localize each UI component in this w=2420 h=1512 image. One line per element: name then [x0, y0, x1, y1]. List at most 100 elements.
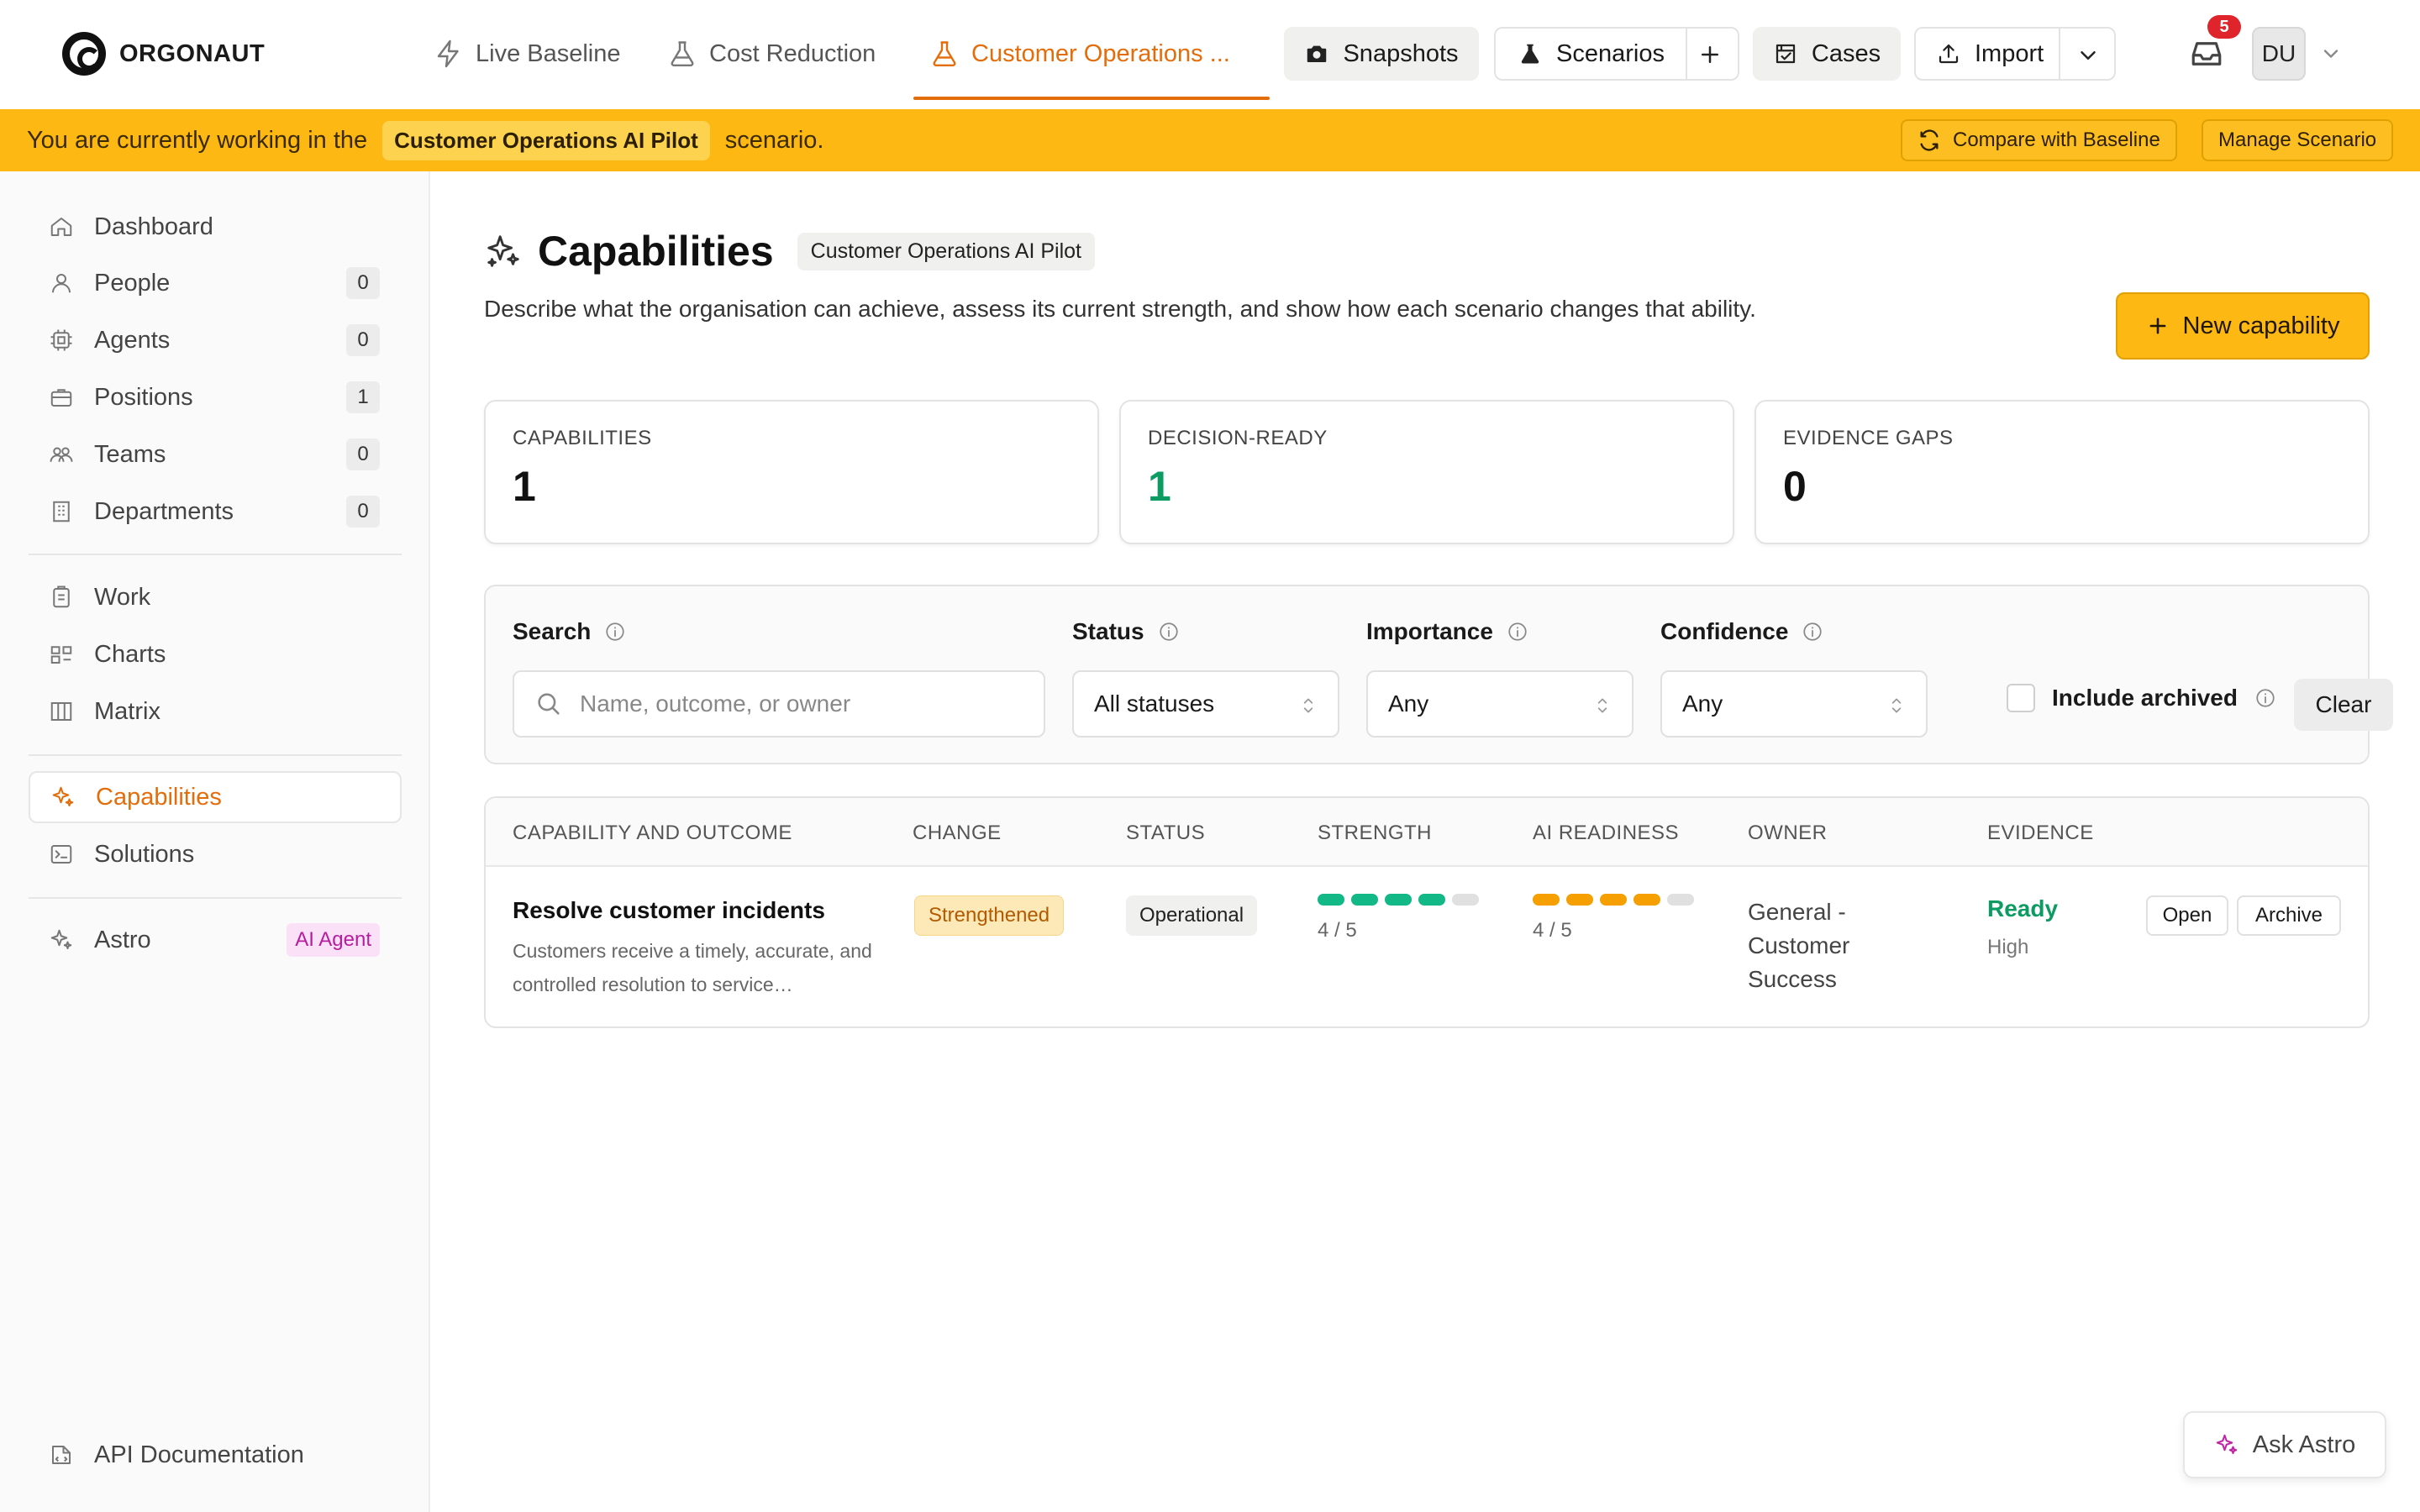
notification-count-badge: 5: [2207, 15, 2241, 39]
stat-card-evidence-gaps: EVIDENCE GAPS 0: [1754, 400, 2370, 544]
flask-icon: [671, 41, 694, 66]
sidebar-item-astro[interactable]: Astro AI Agent: [29, 914, 402, 966]
sidebar-item-matrix[interactable]: Matrix: [29, 685, 402, 738]
confidence-select[interactable]: Any: [1660, 670, 1928, 738]
sidebar-item-label: Dashboard: [94, 213, 213, 240]
sidebar-item-positions[interactable]: Positions 1: [29, 371, 402, 423]
sidebar-item-label: Work: [94, 583, 151, 611]
sidebar-item-label: Astro: [94, 926, 151, 953]
sidebar-item-charts[interactable]: Charts: [29, 628, 402, 680]
top-bar: ORGONAUT Live Baseline Cost Reduction Cu…: [0, 0, 2420, 109]
snapshots-label: Snapshots: [1343, 39, 1459, 67]
capability-outcome: Customers receive a timely, accurate, an…: [513, 940, 872, 995]
sidebar-item-label: Agents: [94, 326, 171, 354]
sidebar-item-solutions[interactable]: Solutions: [29, 828, 402, 880]
manage-label: Manage Scenario: [2218, 129, 2377, 151]
main-content: Capabilities Customer Operations AI Pilo…: [430, 171, 2420, 1512]
sidebar-item-dashboard[interactable]: Dashboard: [29, 201, 402, 253]
chevron-down-icon[interactable]: [2075, 43, 2101, 68]
open-button[interactable]: Open: [2146, 895, 2228, 936]
importance-value: Any: [1388, 690, 1429, 717]
ai-readiness-meter: [1533, 894, 1694, 906]
tab-customer-operations[interactable]: Customer Operations ...: [929, 29, 1230, 79]
info-icon[interactable]: [2254, 687, 2276, 709]
banner-scenario-name: Customer Operations AI Pilot: [382, 120, 710, 160]
status-select[interactable]: All statuses: [1072, 670, 1339, 738]
label-text: Importance: [1366, 618, 1493, 644]
meter-segment: [1566, 894, 1593, 906]
cases-label: Cases: [1811, 39, 1881, 67]
sparkles-icon: [50, 929, 72, 949]
sidebar-item-label: Matrix: [94, 697, 160, 725]
column-header: OWNER: [1748, 822, 1828, 844]
sidebar-item-agents[interactable]: Agents 0: [29, 314, 402, 366]
stat-value: 1: [1148, 463, 1171, 510]
filter-panel: Search Name, outcome, or owner Status Al…: [484, 585, 2393, 764]
cases-button[interactable]: Cases: [1753, 27, 1901, 81]
plus-icon: [2149, 318, 2165, 334]
stat-label: CAPABILITIES: [513, 427, 652, 449]
divider: [2059, 29, 2060, 79]
status-filter-label: Status: [1072, 618, 1180, 645]
api-doc-icon: [52, 1446, 71, 1464]
tab-live-baseline[interactable]: Live Baseline: [434, 29, 621, 79]
scenarios-button[interactable]: Scenarios: [1556, 40, 1665, 68]
import-button[interactable]: Import: [1975, 40, 2044, 68]
sidebar-item-label: Solutions: [94, 840, 195, 868]
scenario-pill: Customer Operations AI Pilot: [797, 232, 1096, 270]
manage-scenario-button[interactable]: Manage Scenario: [2202, 119, 2394, 161]
sidebar-item-departments[interactable]: Departments 0: [29, 486, 402, 538]
capability-name[interactable]: Resolve customer incidents: [513, 897, 825, 924]
logo-icon: [62, 32, 106, 76]
ask-astro-button[interactable]: Ask Astro: [2183, 1411, 2386, 1478]
meter-segment: [1351, 894, 1378, 906]
info-icon[interactable]: [1507, 621, 1528, 643]
sidebar-item-teams[interactable]: Teams 0: [29, 428, 402, 480]
column-header: EVIDENCE: [1987, 822, 2094, 844]
brand-logo[interactable]: ORGONAUT: [62, 32, 265, 76]
info-icon[interactable]: [1158, 621, 1180, 643]
person-icon: [52, 274, 71, 293]
search-input[interactable]: Name, outcome, or owner: [513, 670, 1045, 738]
snapshots-button[interactable]: Snapshots: [1284, 27, 1479, 81]
meter-segment: [1418, 894, 1445, 906]
info-icon[interactable]: [1802, 621, 1823, 643]
sparkles-icon: [487, 235, 519, 267]
home-icon: [50, 218, 72, 236]
sidebar-item-people[interactable]: People 0: [29, 257, 402, 309]
new-capability-button[interactable]: New capability: [2116, 292, 2370, 360]
tab-cost-reduction[interactable]: Cost Reduction: [667, 29, 876, 79]
sidebar-item-api-documentation[interactable]: API Documentation: [29, 1429, 402, 1481]
sidebar-divider: [29, 754, 402, 756]
count-badge: 0: [346, 438, 380, 470]
sidebar-item-work[interactable]: Work: [29, 571, 402, 623]
label-text: Search: [513, 618, 592, 644]
compare-with-baseline-button[interactable]: Compare with Baseline: [1901, 119, 2177, 161]
count-badge: 0: [346, 324, 380, 356]
chevron-down-icon[interactable]: [2319, 42, 2343, 66]
importance-select[interactable]: Any: [1366, 670, 1634, 738]
sidebar-item-label: Capabilities: [96, 783, 222, 811]
stat-label: EVIDENCE GAPS: [1783, 427, 1954, 449]
evidence-status: Ready: [1987, 895, 2059, 921]
meter-segment: [1452, 894, 1479, 906]
confidence-filter-label: Confidence: [1660, 618, 1823, 645]
plus-icon[interactable]: [1697, 42, 1723, 67]
camera-icon: [1307, 45, 1327, 62]
active-tab-indicator: [913, 97, 1270, 100]
count-badge: 0: [346, 496, 380, 528]
change-badge: Strengthened: [914, 895, 1065, 936]
ai-agent-badge: AI Agent: [287, 923, 380, 957]
meter-segment: [1318, 894, 1344, 906]
sidebar-item-capabilities[interactable]: Capabilities: [29, 771, 402, 823]
info-icon[interactable]: [604, 621, 626, 643]
page-header: Capabilities Customer Operations AI Pilo…: [484, 227, 1096, 276]
archive-button[interactable]: Archive: [2237, 895, 2341, 936]
include-archived-checkbox[interactable]: [2007, 684, 2035, 712]
clear-filters-button[interactable]: Clear: [2294, 679, 2393, 731]
flask-icon: [933, 41, 956, 66]
chip-icon: [50, 329, 72, 351]
sidebar-item-label: API Documentation: [94, 1441, 304, 1468]
user-avatar[interactable]: DU: [2252, 27, 2306, 81]
stat-card-decision-ready: DECISION-READY 1: [1119, 400, 1734, 544]
